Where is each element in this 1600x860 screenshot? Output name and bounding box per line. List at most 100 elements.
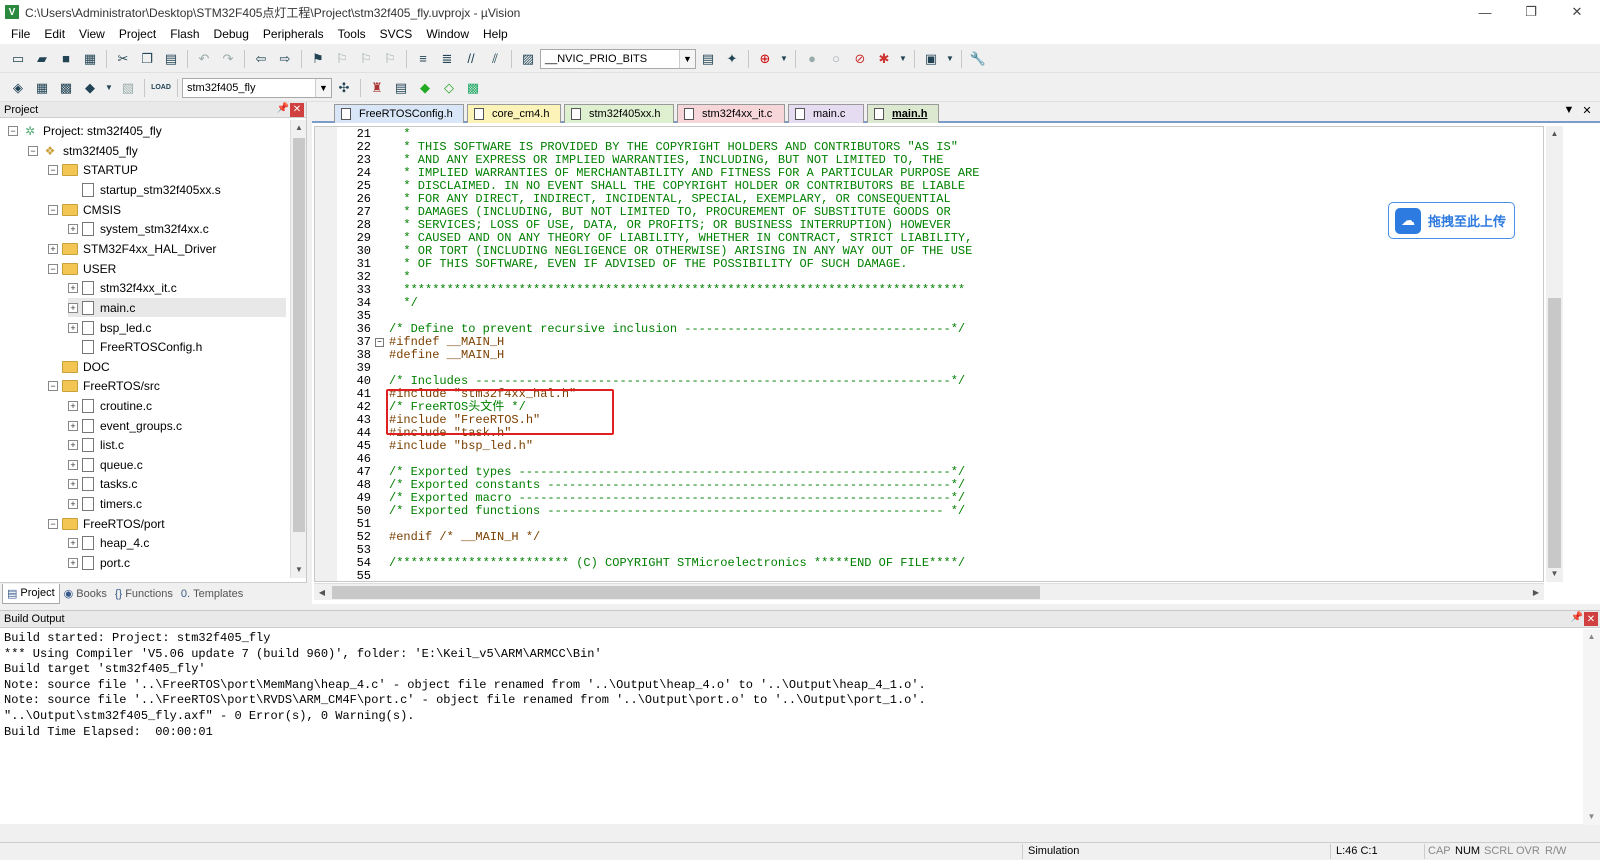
chevron-down-icon[interactable]: ▼ (679, 49, 695, 68)
collapse-icon[interactable]: − (8, 125, 18, 136)
tree-file-timers[interactable]: + timers.c (68, 494, 142, 513)
menu-file[interactable]: File (4, 27, 37, 41)
menu-debug[interactable]: Debug (207, 27, 256, 41)
tab-main-h[interactable]: main.h (867, 104, 939, 123)
undo-icon[interactable]: ↶ (194, 49, 214, 69)
tree-file-queue[interactable]: + queue.c (68, 455, 143, 474)
chevron-down-icon[interactable]: ▼ (104, 78, 114, 98)
pack-installer-icon[interactable]: ◇ (439, 78, 459, 98)
close-pane-icon[interactable]: ✕ (1584, 612, 1598, 626)
tree-file-bspled[interactable]: + bsp_led.c (68, 318, 151, 337)
tree-file-freertosconfig[interactable]: FreeRTOSConfig.h (68, 337, 202, 356)
new-file-icon[interactable]: ▭ (8, 49, 28, 69)
tree-file-heap4[interactable]: + heap_4.c (68, 533, 149, 552)
tree-file-main[interactable]: + main.c (68, 298, 286, 317)
manage-project-items-icon[interactable]: ♜ (367, 78, 387, 98)
expand-icon[interactable]: + (68, 322, 78, 333)
expand-icon[interactable]: + (68, 557, 78, 568)
tab-functions[interactable]: {} Functions (111, 584, 177, 604)
download-icon[interactable]: LOAD (151, 78, 171, 98)
debug-session-icon[interactable]: ⊕ (755, 49, 775, 69)
code-editor[interactable]: 21 * 22 * THIS SOFTWARE IS PROVIDED BY T… (314, 126, 1544, 582)
expand-icon[interactable]: + (68, 498, 78, 509)
scroll-up-icon[interactable]: ▲ (1546, 126, 1563, 142)
editor-vertical-scrollbar[interactable]: ▲ ▼ (1546, 126, 1563, 582)
tab-stm32f4xx-it-c[interactable]: stm32f4xx_it.c (677, 104, 785, 123)
stop-build-icon[interactable]: ▧ (118, 78, 138, 98)
pin-icon[interactable]: 📌 (276, 103, 290, 117)
tree-file-eventgroups[interactable]: + event_groups.c (68, 416, 182, 435)
translate-icon[interactable]: ◈ (8, 78, 28, 98)
scroll-down-icon[interactable]: ▼ (291, 562, 307, 578)
tree-file-it[interactable]: + stm32f4xx_it.c (68, 278, 177, 297)
paste-icon[interactable]: ▤ (161, 49, 181, 69)
maximize-button[interactable]: ❐ (1508, 0, 1554, 24)
tab-freertosconfig-h[interactable]: FreeRTOSConfig.h (334, 104, 464, 123)
redo-icon[interactable]: ↷ (218, 49, 238, 69)
menu-peripherals[interactable]: Peripherals (256, 27, 331, 41)
breakpoint-icon[interactable]: ● (802, 49, 822, 69)
scroll-right-icon[interactable]: ▶ (1528, 584, 1544, 601)
unindent-icon[interactable]: ≣ (437, 49, 457, 69)
scrollbar-thumb[interactable] (293, 138, 305, 532)
menu-edit[interactable]: Edit (37, 27, 72, 41)
scroll-up-icon[interactable]: ▲ (1583, 629, 1600, 645)
next-bookmark-icon[interactable]: ⚐ (356, 49, 376, 69)
scrollbar-thumb[interactable] (332, 586, 1040, 599)
expand-icon[interactable]: + (68, 478, 78, 489)
tree-group-doc[interactable]: DOC (48, 357, 110, 376)
target-combo[interactable]: stm32f405_fly ▼ (182, 77, 332, 98)
tab-main-c[interactable]: main.c (788, 104, 864, 123)
tree-item-root[interactable]: − ✲ Project: stm32f405_fly (8, 121, 162, 140)
scroll-up-icon[interactable]: ▲ (291, 120, 307, 136)
comment-icon[interactable]: // (461, 49, 481, 69)
disable-breakpoint-icon[interactable]: ○ (826, 49, 846, 69)
collapse-icon[interactable]: − (48, 164, 58, 175)
insert-breakpoint-icon[interactable]: ✱ (874, 49, 894, 69)
expand-icon[interactable]: + (68, 459, 78, 470)
tree-file-port[interactable]: + port.c (68, 553, 130, 572)
menu-flash[interactable]: Flash (163, 27, 206, 41)
select-packs-icon[interactable]: ◆ (415, 78, 435, 98)
expand-icon[interactable]: + (68, 223, 78, 234)
tree-scrollbar[interactable]: ▲ ▼ (290, 120, 306, 578)
navigate-forward-icon[interactable]: ⇨ (275, 49, 295, 69)
build-output-scrollbar[interactable]: ▲ ▼ (1583, 629, 1600, 825)
kill-breakpoints-icon[interactable]: ⊘ (850, 49, 870, 69)
menu-view[interactable]: View (72, 27, 112, 41)
expand-icon[interactable]: + (68, 400, 78, 411)
scroll-down-icon[interactable]: ▼ (1583, 809, 1600, 825)
scroll-down-icon[interactable]: ▼ (1546, 566, 1563, 582)
find-in-files-icon[interactable]: ▨ (518, 49, 538, 69)
chevron-down-icon[interactable]: ▼ (779, 49, 789, 69)
incremental-find-icon[interactable]: ✦ (722, 49, 742, 69)
uncomment-icon[interactable]: ⫽ (485, 49, 505, 69)
tree-item-target[interactable]: − ❖ stm32f405_fly (28, 141, 138, 160)
close-pane-icon[interactable]: ✕ (290, 102, 304, 117)
bookmark-icon[interactable]: ⚑ (308, 49, 328, 69)
tree-file-startup[interactable]: startup_stm32f405xx.s (68, 180, 221, 199)
expand-icon[interactable]: + (68, 537, 78, 548)
expand-icon[interactable]: + (68, 302, 78, 313)
build-icon[interactable]: ▦ (32, 78, 52, 98)
find-icon[interactable]: ▤ (698, 49, 718, 69)
run-time-environment-icon[interactable]: ▩ (463, 78, 483, 98)
manage-multi-project-icon[interactable]: ▤ (391, 78, 411, 98)
tab-list-dropdown-icon[interactable]: ▼ (1560, 104, 1578, 117)
close-button[interactable]: ✕ (1554, 0, 1600, 24)
tree-group-freertos-src[interactable]: − FreeRTOS/src (48, 376, 160, 395)
tree-group-freertos-port[interactable]: − FreeRTOS/port (48, 514, 165, 533)
collapse-icon[interactable]: − (48, 263, 58, 274)
collapse-icon[interactable]: − (48, 204, 58, 215)
chevron-down-icon[interactable]: ▼ (315, 78, 331, 97)
target-options-icon[interactable]: ✣ (334, 78, 354, 98)
scrollbar-thumb[interactable] (1548, 298, 1561, 568)
expand-icon[interactable]: + (48, 243, 58, 254)
tree-file-list[interactable]: + list.c (68, 435, 124, 454)
tree-group-user[interactable]: − USER (48, 259, 116, 278)
pin-icon[interactable]: 📌 (1570, 612, 1584, 626)
tree-file-tasks[interactable]: + tasks.c (68, 474, 137, 493)
chevron-down-icon[interactable]: ▼ (945, 49, 955, 69)
collapse-icon[interactable]: − (48, 380, 58, 391)
copy-icon[interactable]: ❐ (137, 49, 157, 69)
